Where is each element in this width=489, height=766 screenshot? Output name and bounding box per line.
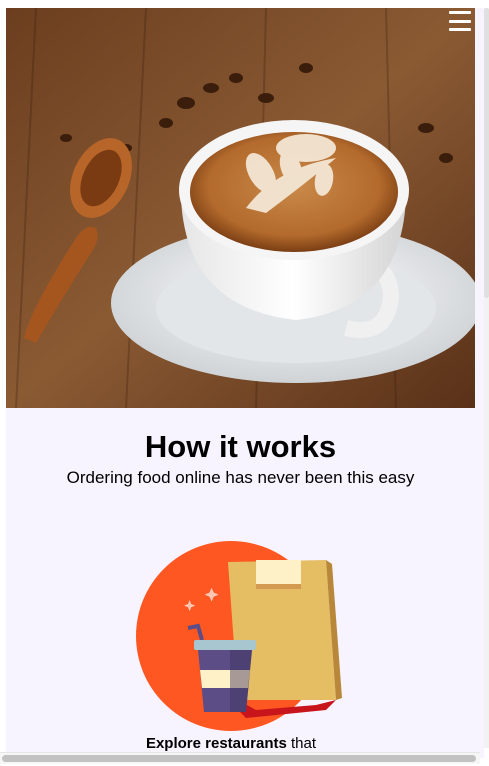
section-title: How it works <box>144 429 337 464</box>
hamburger-menu-icon[interactable] <box>449 10 471 32</box>
page: How it works Ordering food online has ne… <box>0 0 489 766</box>
horizontal-scrollbar[interactable] <box>0 752 480 764</box>
vertical-scrollbar[interactable] <box>484 8 489 748</box>
menu-bar-bottom <box>449 28 471 31</box>
page-content: How it works Ordering food online has ne… <box>6 8 484 758</box>
vertical-scrollbar-thumb[interactable] <box>484 8 489 298</box>
menu-bar-top <box>449 11 471 14</box>
step-title: Explore restaurants <box>145 735 287 752</box>
section-subtitle: Ordering food online has never been this… <box>66 468 415 487</box>
step-description: that <box>286 735 317 752</box>
hero-image <box>6 8 475 408</box>
menu-bar-middle <box>449 19 471 23</box>
takeaway-bag-and-drink-icon <box>136 540 346 736</box>
horizontal-scrollbar-thumb[interactable] <box>2 755 476 762</box>
step-explore-restaurants: Explore restaurants that <box>6 735 456 753</box>
